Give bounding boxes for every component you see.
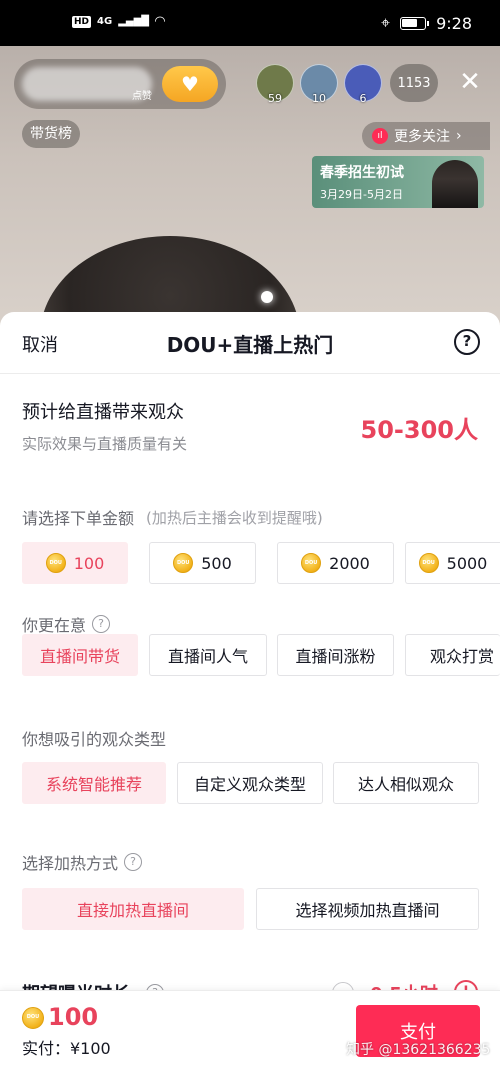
viewer-avatar[interactable]: 10 <box>300 64 338 105</box>
amount-option-2000[interactable]: DOU 2000 <box>277 542 394 584</box>
follow-heart-button[interactable]: ♥ <box>162 66 218 102</box>
help-icon[interactable]: ? <box>454 329 480 355</box>
care-option-tips[interactable]: 观众打赏 <box>405 634 500 676</box>
amount-value: 500 <box>201 553 232 573</box>
dou-plus-sheet: 取消 DOU+直播上热门 ? 预计给直播带来观众 实际效果与直播质量有关 50-… <box>0 312 500 1069</box>
live-video: 点赞 ♥ 59 10 6 1153 ✕ 带货榜 ıl 更多关注 › 春季招生初试… <box>0 46 500 326</box>
viewer-count[interactable]: 1153 <box>390 64 438 102</box>
amount-hint: (加热后主播会收到提醒哦) <box>146 508 323 527</box>
method-option-video[interactable]: 选择视频加热直播间 <box>256 888 479 930</box>
method-option-direct[interactable]: 直接加热直播间 <box>22 888 244 930</box>
amount-value: 2000 <box>329 553 370 573</box>
amount-option-5000[interactable]: DOU 5000 <box>405 542 500 584</box>
care-option-sales[interactable]: 直播间带货 <box>22 634 138 676</box>
amount-option-100[interactable]: DOU 100 <box>22 542 128 584</box>
promo-date: 3月29日-5月2日 <box>320 188 403 201</box>
watermark: 知乎 @13621366235 <box>346 1042 491 1058</box>
care-option-popularity[interactable]: 直播间人气 <box>149 634 267 676</box>
estimate-value: 50-300人 <box>360 416 478 444</box>
audience-option-similar[interactable]: 达人相似观众 <box>333 762 479 804</box>
care-label-text: 你更在意 <box>22 616 87 635</box>
pay-footer: DOU 100 实付：¥100 支付 知乎 @13621366235 <box>0 990 500 1069</box>
amount-value: 100 <box>73 553 105 573</box>
network-indicator: 4G <box>97 16 113 27</box>
follow-more-label: 更多关注 <box>394 129 450 145</box>
care-option-followers[interactable]: 直播间涨粉 <box>277 634 394 676</box>
audience-option-smart[interactable]: 系统智能推荐 <box>22 762 166 804</box>
question-icon[interactable]: ? <box>124 853 143 871</box>
chevron-right-icon: › <box>456 128 462 144</box>
method-label-text: 选择加热方式 <box>22 854 119 873</box>
hd-badge: HD <box>72 15 92 28</box>
location-icon: ⌖ <box>381 13 391 32</box>
total-amount: 100 <box>48 1003 99 1031</box>
audience-label-text: 你想吸引的观众类型 <box>22 730 167 749</box>
viewer-rank: 10 <box>312 92 326 105</box>
battery-icon <box>400 16 430 30</box>
method-label: 选择加热方式 ? <box>22 850 143 874</box>
music-icon: ıl <box>372 128 388 144</box>
paid-amount: 实付：¥100 <box>22 1039 111 1058</box>
signal-icon: ▂▄▆█ <box>118 16 149 27</box>
rank-tag[interactable]: 带货榜 <box>22 120 80 148</box>
host-likes-label: 点赞 <box>132 91 152 102</box>
light-reflection <box>261 291 273 303</box>
promo-person-image <box>432 160 478 208</box>
sheet-title: DOU+直播上热门 <box>166 333 334 357</box>
dou-coin-icon: DOU <box>301 553 322 573</box>
wifi-icon: ◠ <box>154 14 165 29</box>
status-bar: HD 4G ▂▄▆█ ◠ ⌖ 9:28 <box>0 0 500 46</box>
audience-label: 你想吸引的观众类型 <box>22 726 166 750</box>
viewer-avatar[interactable]: 6 <box>344 64 382 105</box>
close-icon[interactable]: ✕ <box>456 68 484 96</box>
viewer-avatar[interactable]: 59 <box>256 64 294 105</box>
amount-value: 5000 <box>446 553 488 573</box>
sheet-header: 取消 DOU+直播上热门 ? <box>0 312 500 374</box>
dou-coin-icon: DOU <box>173 553 194 573</box>
dou-coin-icon: DOU <box>45 553 66 573</box>
dou-coin-icon: DOU <box>22 1007 44 1029</box>
host-info-pill[interactable]: 点赞 ♥ <box>14 59 226 109</box>
estimate-title: 预计给直播带来观众 <box>22 402 184 423</box>
question-icon[interactable]: ? <box>92 615 111 633</box>
audience-option-custom[interactable]: 自定义观众类型 <box>177 762 323 804</box>
follow-more-button[interactable]: ıl 更多关注 › <box>362 122 490 150</box>
estimate-subtitle: 实际效果与直播质量有关 <box>22 435 188 453</box>
promo-title: 春季招生初试 <box>320 165 404 181</box>
promo-banner[interactable]: 春季招生初试 3月29日-5月2日 <box>312 156 484 208</box>
top-viewers: 59 10 6 <box>256 64 382 105</box>
amount-label: 请选择下单金额 (加热后主播会收到提醒哦) <box>22 505 323 529</box>
viewer-rank: 6 <box>359 92 367 105</box>
viewer-rank: 59 <box>268 92 282 105</box>
clock: 9:28 <box>436 13 472 33</box>
amount-option-500[interactable]: DOU 500 <box>149 542 256 584</box>
care-label: 你更在意 ? <box>22 612 111 636</box>
amount-label-text: 请选择下单金额 <box>22 509 135 528</box>
dou-coin-icon: DOU <box>418 553 439 573</box>
heart-icon: ♥ <box>181 72 199 96</box>
